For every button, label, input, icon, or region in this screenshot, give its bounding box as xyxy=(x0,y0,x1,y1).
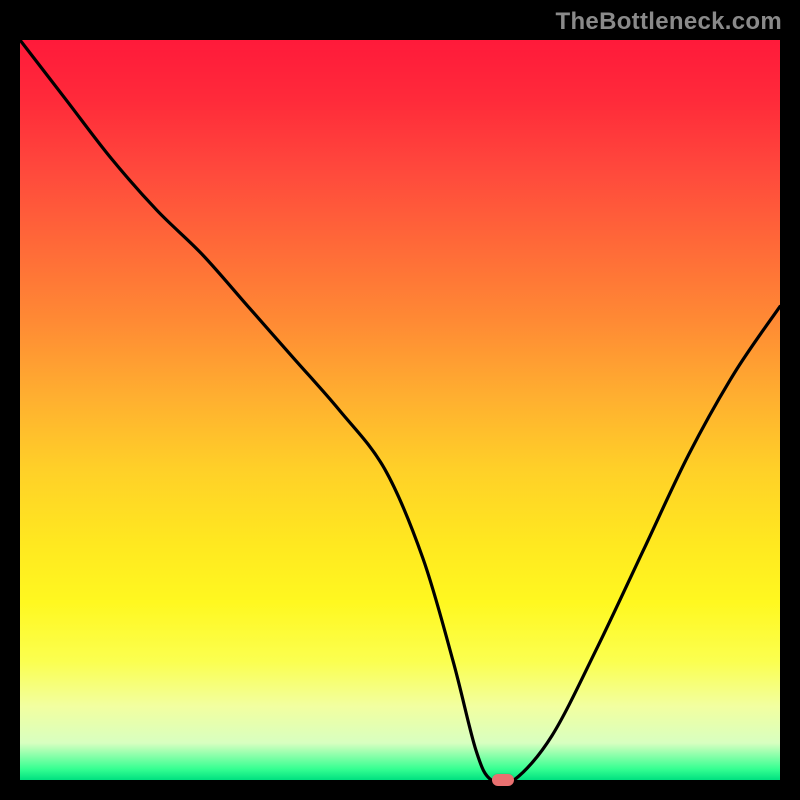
bottleneck-curve-path xyxy=(20,40,780,780)
curve-layer xyxy=(20,40,780,780)
watermark-text: TheBottleneck.com xyxy=(556,8,782,36)
optimal-marker xyxy=(492,774,514,786)
plot-area xyxy=(20,40,780,780)
chart-container: TheBottleneck.com xyxy=(0,0,800,800)
